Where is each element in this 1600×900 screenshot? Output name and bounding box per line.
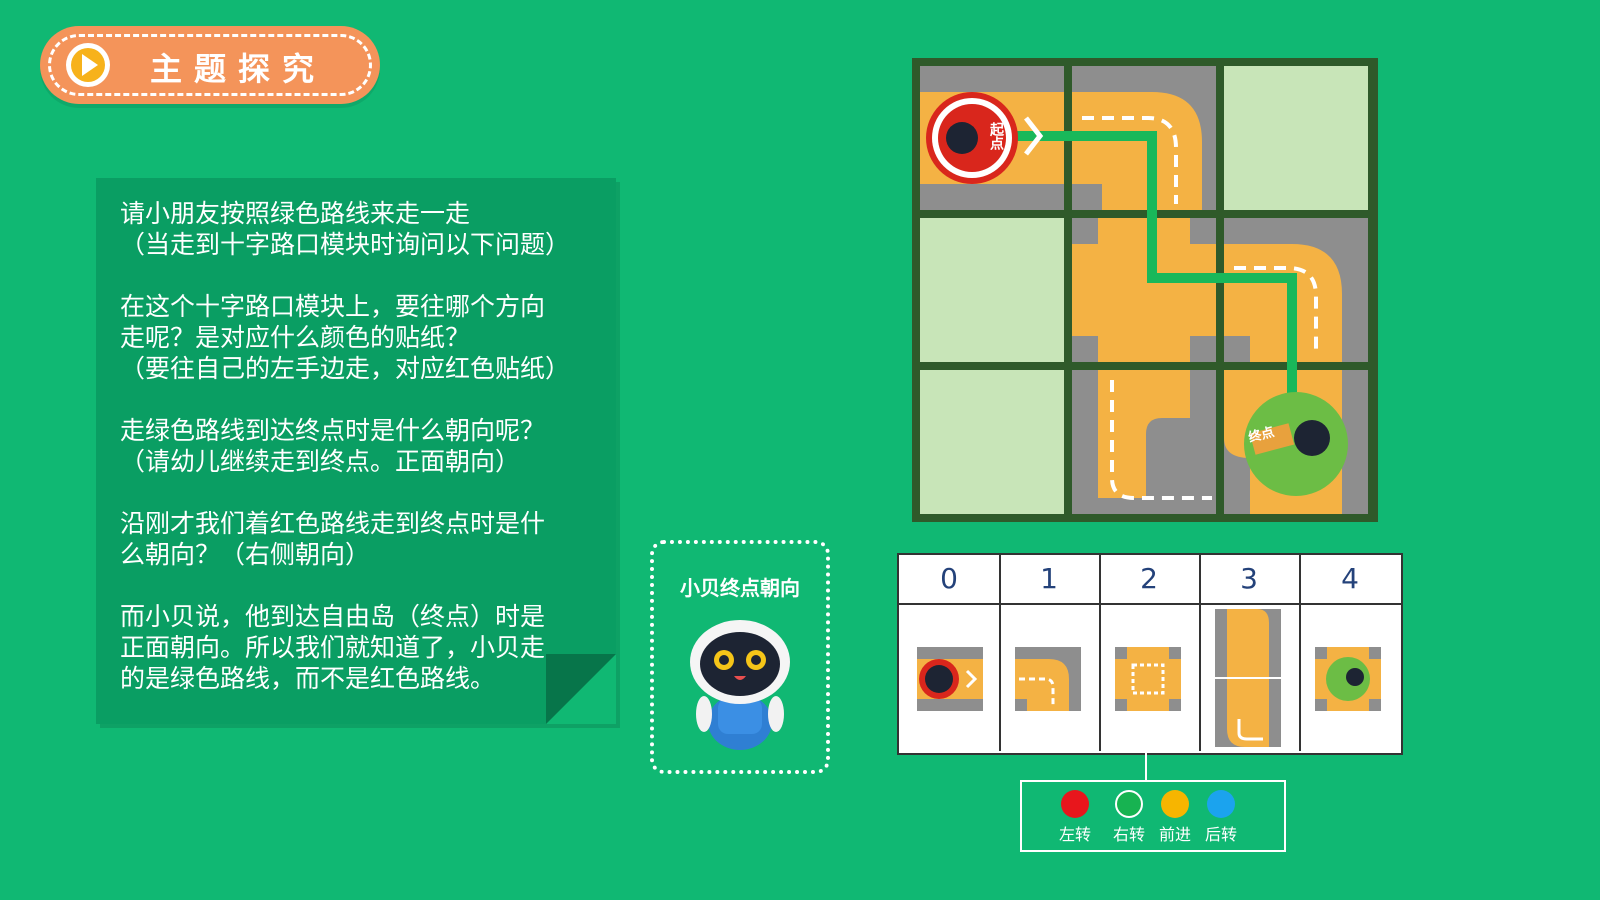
play-icon[interactable]	[66, 43, 110, 87]
paragraph-4: 沿刚才我们着红色路线走到终点时是什 么朝向？（右侧朝向）	[120, 508, 600, 570]
text-line: 走呢？是对应什么颜色的贴纸？	[120, 323, 471, 352]
text-line: （当走到十字路口模块时询问以下问题）	[120, 230, 571, 259]
legend-item-left-turn: 左转	[1050, 790, 1100, 845]
table-cell-stacked-tiles	[1199, 605, 1301, 751]
start-label: 起点	[988, 122, 1004, 150]
paragraph-2: 在这个十字路口模块上，要往哪个方向 走呢？是对应什么颜色的贴纸？ （要往自己的左…	[120, 291, 600, 384]
table-header-2: 2	[1099, 555, 1201, 605]
yellow-sticker-icon	[1161, 790, 1189, 818]
table-cell-end-tile	[1299, 605, 1401, 751]
route-map-graphic	[912, 58, 1378, 522]
text-line: （要往自己的左手边走，对应红色贴纸）	[120, 354, 571, 383]
question-panel: 请小朋友按照绿色路线来走一走 （当走到十字路口模块时询问以下问题） 在这个十字路…	[96, 178, 616, 724]
green-sticker-icon	[1115, 790, 1143, 818]
text-line: 而小贝说，他到达自由岛（终点）时是	[120, 602, 546, 631]
sticker-color-legend: 左转 右转 前进 后转	[1020, 780, 1286, 852]
legend-connector-line	[1145, 751, 1147, 781]
legend-label: 前进	[1158, 825, 1191, 844]
table-header-0: 0	[899, 555, 1001, 605]
legend-item-back-turn: 后转	[1196, 790, 1246, 845]
paragraph-1: 请小朋友按照绿色路线来走一走 （当走到十字路口模块时询问以下问题）	[120, 198, 600, 260]
tile-sticker-table: 0 1 2 3 4	[897, 553, 1403, 755]
turn-tile-icon	[1015, 647, 1081, 711]
stacked-tiles-icon	[1215, 609, 1281, 747]
text-line: 沿刚才我们着红色路线走到终点时是什	[120, 509, 546, 538]
end-tile-icon	[1315, 647, 1381, 711]
text-line: 的是绿色路线，而不是红色路线。	[120, 664, 496, 693]
paragraph-5: 而小贝说，他到达自由岛（终点）时是 正面朝向。所以我们就知道了，小贝走 的是绿色…	[120, 601, 600, 694]
question-text: 请小朋友按照绿色路线来走一走 （当走到十字路口模块时询问以下问题） 在这个十字路…	[120, 198, 600, 725]
robot-mascot-icon	[690, 620, 790, 750]
blue-sticker-icon	[1207, 790, 1235, 818]
table-header-1: 1	[999, 555, 1101, 605]
table-header-4: 4	[1299, 555, 1401, 605]
text-line: （请幼儿继续走到终点。正面朝向）	[120, 447, 521, 476]
page-title: 主题探究	[150, 50, 327, 88]
table-cell-cross-tile	[1099, 605, 1201, 751]
text-line: 在这个十字路口模块上，要往哪个方向	[120, 292, 546, 321]
table-cell-start-tile	[899, 605, 1001, 751]
text-line: 正面朝向。所以我们就知道了，小贝走	[120, 633, 546, 662]
text-line: 请小朋友按照绿色路线来走一走	[120, 199, 471, 228]
section-title-badge: 主题探究	[40, 26, 380, 104]
table-header-3: 3	[1199, 555, 1301, 605]
text-line: 走绿色路线到达终点时是什么朝向呢？	[120, 416, 546, 445]
text-line: 么朝向？（右侧朝向）	[120, 540, 371, 569]
legend-item-right-turn: 右转	[1104, 790, 1154, 845]
legend-label: 后转	[1204, 825, 1237, 844]
start-tile-icon	[917, 647, 983, 711]
table-cell-turn-tile	[999, 605, 1101, 751]
legend-label: 右转	[1112, 825, 1145, 844]
legend-item-forward: 前进	[1150, 790, 1200, 845]
robot-caption: 小贝终点朝向	[680, 576, 800, 600]
red-sticker-icon	[1061, 790, 1089, 818]
paragraph-3: 走绿色路线到达终点时是什么朝向呢？ （请幼儿继续走到终点。正面朝向）	[120, 415, 600, 477]
legend-label: 左转	[1058, 825, 1091, 844]
crossroad-tile-icon	[1115, 647, 1181, 711]
route-map: 起点 终点	[912, 58, 1378, 522]
robot-orientation-box: 小贝终点朝向	[650, 540, 830, 774]
